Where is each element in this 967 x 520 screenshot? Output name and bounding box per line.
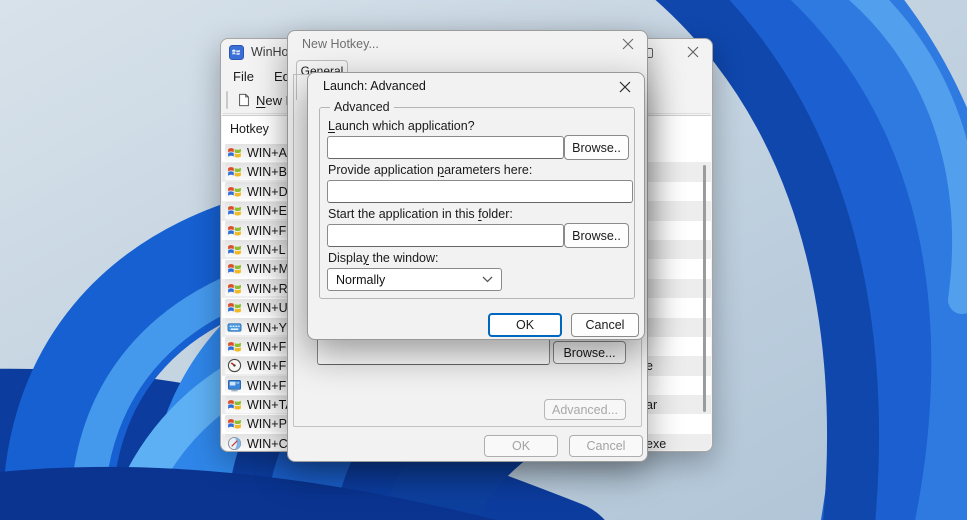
ok-button[interactable]: OK [484,435,558,457]
keyboard-icon [227,320,242,335]
windows-flag-icon [227,145,242,160]
windows-flag-icon [227,184,242,199]
display-window-select[interactable]: Normally [327,268,502,291]
hotkey-label: WIN+L [247,243,286,257]
hotkey-label: WIN+M [247,262,289,276]
chevron-down-icon [482,276,493,283]
folder-label: Start the application in this folder: [328,207,513,221]
close-icon[interactable] [622,38,634,50]
hotkey-label: WIN+R [247,282,288,296]
dialog-title: Launch: Advanced [323,79,426,93]
desktop: { "main_window": { "title": "WinHotKey",… [0,0,967,520]
menu-file[interactable]: File [223,67,264,86]
close-icon[interactable] [687,46,699,58]
cancel-button[interactable]: Cancel [571,313,639,337]
new-hotkey-titlebar[interactable]: New Hotkey... [288,31,647,57]
launch-advanced-dialog: Launch: Advanced Advanced Launch which a… [307,72,645,340]
hotkey-action-field[interactable] [317,336,550,365]
column-header-hotkey[interactable]: Hotkey [230,122,269,136]
windows-flag-icon [227,203,242,218]
windows-flag-icon [227,300,242,315]
advanced-button[interactable]: Advanced... [544,399,626,420]
hotkey-label: WIN+D [247,185,288,199]
action-text-fragment: exe [646,437,666,451]
gauge-icon [227,358,242,373]
groupbox-label: Advanced [330,100,394,114]
hotkey-label: WIN+A [247,146,287,160]
browse-folder-button[interactable]: Browse.. [564,223,629,248]
windows-flag-icon [227,242,242,257]
browse-application-button[interactable]: Browse.. [564,135,629,160]
hotkey-label: WIN+B [247,165,287,179]
windows-flag-icon [227,223,242,238]
folder-field[interactable] [327,224,564,247]
hotkey-label: WIN+U [247,301,288,315]
close-icon[interactable] [619,81,631,93]
hotkey-label: WIN+E [247,204,287,218]
scrollbar-thumb[interactable] [703,165,706,412]
application-label: Launch which application? [328,119,475,133]
hotkey-label: WIN+F [247,224,286,238]
windows-flag-icon [227,281,242,296]
windows-flag-icon [227,164,242,179]
cancel-button[interactable]: Cancel [569,435,643,457]
hotkey-label: WIN+Y [247,321,287,335]
parameters-label: Provide application parameters here: [328,163,532,177]
display-window-label: Display the window: [328,251,438,265]
dialog-title: New Hotkey... [302,37,379,51]
toolbar-gripper [226,91,228,109]
windows-flag-icon [227,339,242,354]
new-document-icon [237,93,251,107]
windows-flag-icon [227,416,242,431]
combo-value: Normally [336,273,385,287]
browse-button[interactable]: Browse... [553,341,626,364]
globe-icon [227,436,242,450]
windows-flag-icon [227,397,242,412]
application-field[interactable] [327,136,564,159]
screen-icon [227,378,242,393]
ok-button[interactable]: OK [488,313,562,337]
parameters-field[interactable] [327,180,633,203]
winhotkey-app-icon [229,45,244,60]
windows-flag-icon [227,261,242,276]
